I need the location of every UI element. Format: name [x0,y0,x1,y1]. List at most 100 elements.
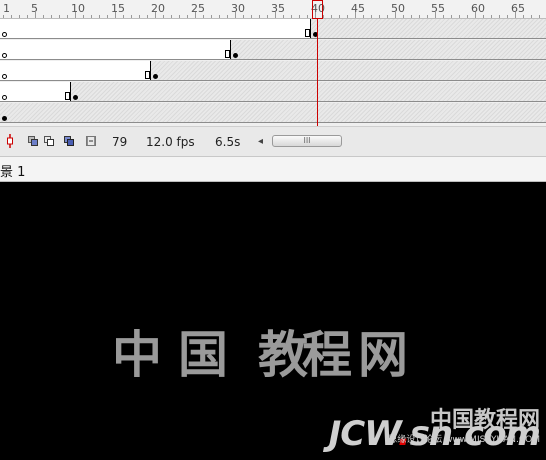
ruler-tick [179,15,180,18]
end-frame-icon[interactable] [305,29,310,37]
scene-label[interactable]: 场景 1 [0,161,25,180]
playhead-line [317,19,318,126]
ruler-label: 35 [271,2,285,15]
timeline-panel: 1 5 10 15 20 25 30 35 40 45 50 55 60 65 79 12.0 fps 6… [0,0,546,182]
ruler-tick [219,15,220,18]
empty-keyframe-icon[interactable] [2,74,7,79]
empty-keyframe-icon[interactable] [2,32,7,37]
edit-multiple-frames-icon[interactable] [64,136,74,146]
onion-skin-outlines-icon[interactable] [44,136,54,146]
ruler-tick [43,15,44,18]
ruler-tick [227,15,228,18]
ruler-tick [411,15,412,18]
end-frame-icon[interactable] [225,50,230,58]
ruler-tick [507,15,508,18]
layer-track[interactable] [0,61,546,81]
tween-span[interactable] [0,61,151,80]
ruler-tick [83,15,84,18]
scene-bar: 场景 1 [0,156,546,182]
ruler-tick [147,15,148,18]
ruler-tick [347,15,348,18]
keyframe-icon[interactable] [2,116,7,121]
ruler-tick [379,15,380,18]
tween-span[interactable] [0,19,311,38]
layer-track[interactable] [0,82,546,102]
ruler-label: 45 [351,2,365,15]
stage-char: 网 [358,326,408,384]
ruler-tick [259,15,260,18]
ruler-tick [267,15,268,18]
current-frame-value: 79 [112,135,128,149]
ruler-tick [59,15,60,18]
ruler-tick [387,15,388,18]
ruler-tick [339,15,340,18]
empty-keyframe-icon[interactable] [2,53,7,58]
ruler-tick [531,15,532,18]
horizontal-scrollbar[interactable]: ◂ III [258,135,344,149]
layer-track[interactable] [0,103,546,123]
stage-char: 国 [178,326,228,384]
center-frame-icon[interactable] [6,134,14,148]
layer-track[interactable] [0,19,546,39]
timeline-statusbar: 79 12.0 fps 6.5s ◂ III [0,126,546,156]
ruler-label: 25 [191,2,205,15]
ruler-tick [371,15,372,18]
ruler-tick [403,15,404,18]
ruler-tick [67,15,68,18]
onion-skin-icon[interactable] [28,136,38,146]
ruler-tick [187,15,188,18]
watermark-sub: 思缘设计论坛 www.MISSYUAN.COM [388,435,540,445]
ruler-label: 30 [231,2,245,15]
ruler-tick [251,15,252,18]
ruler-label: 20 [151,2,165,15]
ruler-tick [51,15,52,18]
scroll-left-arrow-icon[interactable]: ◂ [258,136,263,147]
ruler-label: 5 [31,2,38,15]
layer-tracks [0,19,546,126]
stage-char: 程 [302,326,352,384]
ruler-label: 15 [111,2,125,15]
ruler-tick [323,15,324,18]
ruler-tick [283,15,284,18]
ruler-tick [443,15,444,18]
ruler-tick [123,15,124,18]
layer-track[interactable] [0,40,546,60]
end-frame-icon[interactable] [145,71,150,79]
ruler-tick [91,15,92,18]
ruler-tick [499,15,500,18]
ruler-tick [483,15,484,18]
frame-rate-value[interactable]: 12.0 fps [146,135,195,149]
scroll-thumb[interactable]: III [272,135,342,147]
modify-onion-markers-icon[interactable] [86,136,96,146]
keyframe-icon[interactable] [233,53,238,58]
keyframe-icon[interactable] [153,74,158,79]
empty-keyframe-icon[interactable] [2,95,7,100]
tween-span[interactable] [0,40,231,59]
ruler-tick [131,15,132,18]
stage-char: 教 [258,326,308,384]
ruler-tick [291,15,292,18]
watermark-logo: 中国教程网 JCW.sn.com 思缘设计论坛 www.MISSYUAN.COM [329,400,541,460]
keyframe-icon[interactable] [73,95,78,100]
ruler-label: 60 [471,2,485,15]
ruler-tick [11,15,12,18]
tween-span[interactable] [0,82,71,101]
ruler-tick [363,15,364,18]
ruler-tick [523,15,524,18]
ruler-tick [3,15,4,18]
ruler-label: 50 [391,2,405,15]
playhead-marker[interactable] [312,0,323,19]
ruler-tick [243,15,244,18]
ruler-tick [451,15,452,18]
ruler-label: 1 [3,2,10,15]
ruler-tick [211,15,212,18]
frame-ruler[interactable]: 1 5 10 15 20 25 30 35 40 45 50 55 60 65 [0,0,546,19]
ruler-tick [427,15,428,18]
end-frame-icon[interactable] [65,92,70,100]
ruler-label: 65 [511,2,525,15]
ruler-tick [459,15,460,18]
ruler-tick [99,15,100,18]
ruler-tick [307,15,308,18]
ruler-tick [171,15,172,18]
ruler-tick [539,15,540,18]
